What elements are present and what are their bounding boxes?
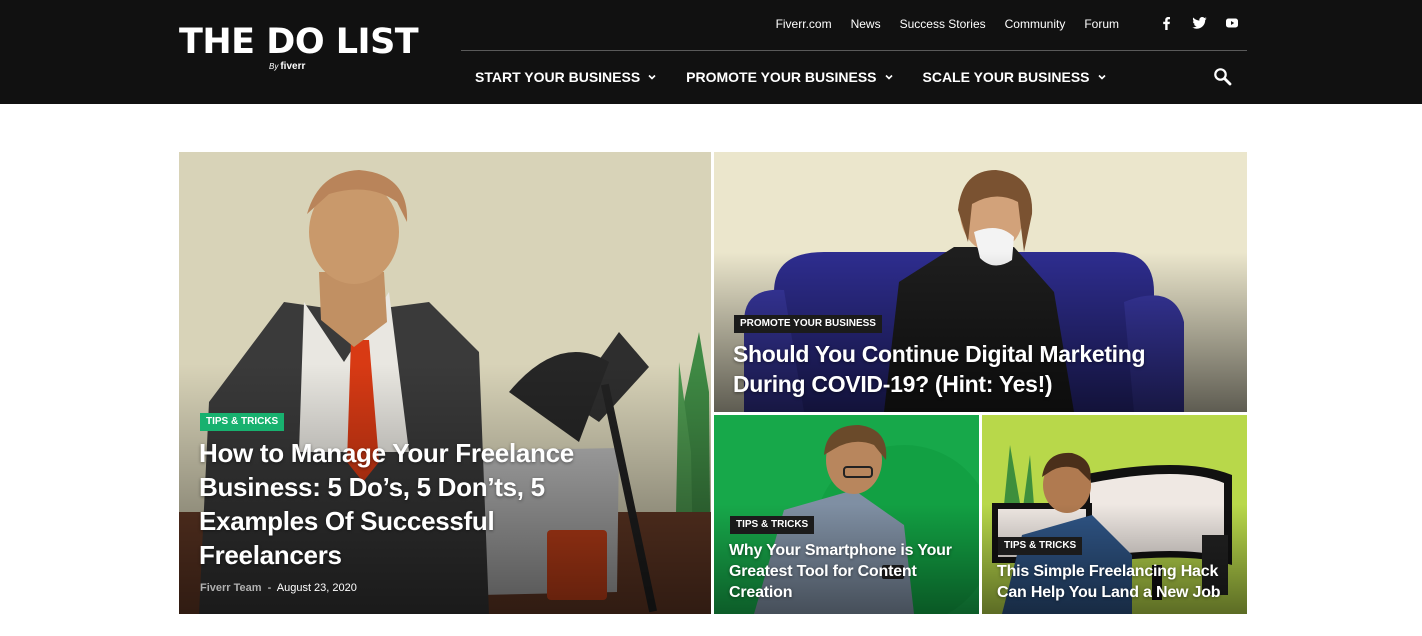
category-badge[interactable]: TIPS & TRICKS <box>998 537 1083 555</box>
top-link-success-stories[interactable]: Success Stories <box>900 16 986 32</box>
nav-label: SCALE YOUR BUSINESS <box>922 69 1090 85</box>
social-links <box>1158 14 1240 32</box>
youtube-icon[interactable] <box>1224 14 1240 32</box>
post-title[interactable]: Should You Continue Digital Marketing Du… <box>733 339 1183 399</box>
post-title[interactable]: This Simple Freelancing Hack Can Help Yo… <box>997 561 1237 603</box>
search-icon[interactable] <box>1213 67 1233 87</box>
meta-separator: - <box>267 582 272 594</box>
logo-title: THE DO LIST <box>179 22 419 62</box>
post-meta: Fiverr Team - August 23, 2020 <box>200 582 357 594</box>
site-logo[interactable]: THE DO LIST By fiverr <box>179 22 419 78</box>
header-divider <box>461 50 1247 51</box>
nav-promote-your-business[interactable]: PROMOTE YOUR BUSINESS <box>686 69 893 85</box>
top-links: Fiverr.com News Success Stories Communit… <box>776 16 1119 32</box>
chevron-down-icon <box>1097 72 1107 82</box>
facebook-icon[interactable] <box>1158 14 1174 32</box>
post-card[interactable]: TIPS & TRICKS Why Your Smartphone is You… <box>714 415 979 614</box>
category-badge[interactable]: PROMOTE YOUR BUSINESS <box>734 315 882 333</box>
nav-label: START YOUR BUSINESS <box>475 69 641 85</box>
top-link-forum[interactable]: Forum <box>1084 16 1119 32</box>
chevron-down-icon <box>647 72 657 82</box>
category-badge[interactable]: TIPS & TRICKS <box>730 516 815 534</box>
post-date: August 23, 2020 <box>276 582 357 594</box>
top-link-fiverr[interactable]: Fiverr.com <box>776 16 832 32</box>
top-link-community[interactable]: Community <box>1005 16 1066 32</box>
twitter-icon[interactable] <box>1191 14 1207 32</box>
post-author[interactable]: Fiverr Team <box>200 582 262 594</box>
post-card[interactable]: TIPS & TRICKS This Simple Freelancing Ha… <box>982 415 1247 614</box>
post-card[interactable]: PROMOTE YOUR BUSINESS Should You Continu… <box>714 152 1247 412</box>
main-nav: START YOUR BUSINESS PROMOTE YOUR BUSINES… <box>475 66 1107 88</box>
category-badge[interactable]: TIPS & TRICKS <box>200 413 285 431</box>
nav-label: PROMOTE YOUR BUSINESS <box>686 69 877 85</box>
site-header: THE DO LIST By fiverr Fiverr.com News Suc… <box>0 0 1422 104</box>
post-title[interactable]: How to Manage Your Freelance Business: 5… <box>199 436 619 572</box>
nav-start-your-business[interactable]: START YOUR BUSINESS <box>475 69 657 85</box>
logo-subtitle: By fiverr <box>269 61 306 72</box>
nav-scale-your-business[interactable]: SCALE YOUR BUSINESS <box>923 69 1107 85</box>
post-title[interactable]: Why Your Smartphone is Your Greatest Too… <box>729 540 969 603</box>
top-link-news[interactable]: News <box>851 16 881 32</box>
chevron-down-icon <box>884 72 894 82</box>
featured-post[interactable]: TIPS & TRICKS How to Manage Your Freelan… <box>179 152 711 614</box>
